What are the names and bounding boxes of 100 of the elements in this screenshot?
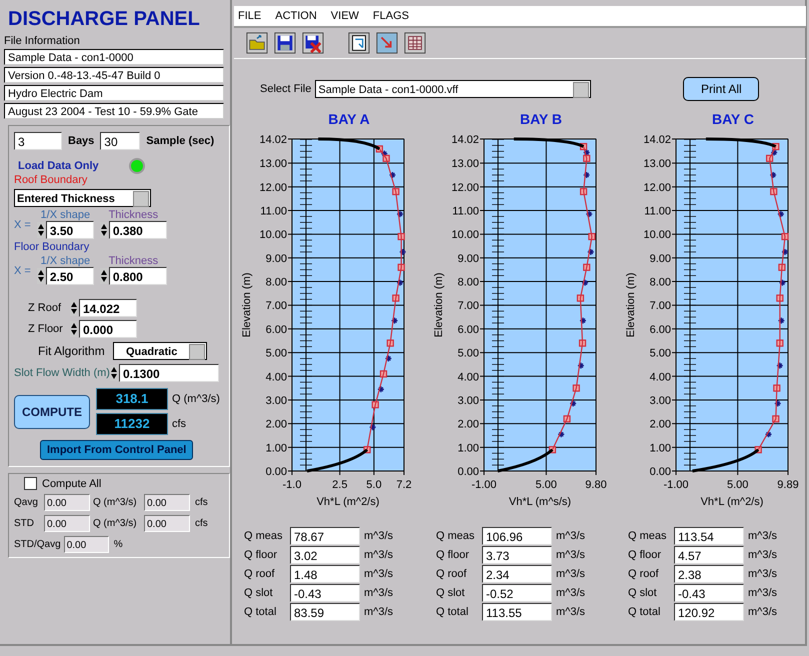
tick-label: 4.00: [650, 371, 671, 384]
unit-label: Q (m^3/s): [93, 518, 138, 529]
field-label: Thickness: [108, 255, 158, 267]
axis-label: Vh*L (m^2/s): [700, 496, 764, 508]
floppy-delete-icon[interactable]: [302, 32, 324, 54]
unit-label: m^3/s: [556, 587, 585, 599]
field-label: Thickness: [108, 209, 158, 221]
field-label: Bays: [68, 135, 94, 147]
row-label: STD: [14, 518, 35, 529]
asterisk-marker: [579, 316, 587, 324]
tick-label: 9.00: [266, 252, 287, 265]
asterisk-marker: [587, 248, 594, 256]
shape-field[interactable]: 2.50: [46, 267, 94, 285]
menu-item[interactable]: FLAGS: [372, 10, 409, 22]
tick-label: 5.00: [727, 479, 748, 491]
tick-label: 9.00: [650, 252, 671, 265]
import-button[interactable]: Import From Control Panel: [40, 440, 194, 460]
shape-field[interactable]: 3.50: [46, 221, 94, 239]
field-label: Select File: [260, 83, 312, 95]
result-field: 113.55: [482, 603, 552, 621]
unit-label: m^3/s: [364, 568, 393, 580]
tick-label: 10.00: [643, 229, 671, 242]
row-label: Qavg: [14, 497, 39, 508]
row-label: Q total: [628, 606, 662, 618]
menu-item[interactable]: FILE: [238, 10, 262, 22]
unit-label: Q (m^3/s): [172, 393, 220, 405]
file-dropdown[interactable]: Sample Data - con1-0000.vff: [315, 80, 592, 98]
tick-label: 9.80: [585, 479, 607, 491]
checkbox-label: Compute All: [42, 478, 102, 490]
thickness-field[interactable]: 0.800: [108, 267, 167, 285]
tick-label: 6.00: [266, 324, 287, 336]
info-field: Version 0.-48-13.-45-47 Build 0: [4, 67, 224, 83]
info-field: Hydro Electric Dam: [4, 85, 224, 101]
row-label: Q meas: [628, 530, 668, 542]
unit-label: m^3/s: [748, 568, 777, 580]
grid-icon[interactable]: [404, 32, 426, 54]
tick-label: 8.00: [266, 276, 287, 289]
row-label: Q slot: [436, 587, 466, 599]
result-field: 3.73: [482, 546, 552, 564]
window-icon[interactable]: [348, 32, 370, 54]
unit-label: m^3/s: [748, 606, 777, 618]
unit-label: cfs: [194, 497, 208, 508]
tick-label: 3.00: [266, 394, 287, 407]
info-field: August 23 2004 - Test 10 - 59.9% Gate: [4, 103, 224, 119]
bays-field[interactable]: 3: [14, 132, 62, 150]
tick-label: 5.00: [458, 348, 479, 360]
unit-label: m^3/s: [364, 587, 393, 599]
checkbox[interactable]: [24, 477, 37, 490]
tick-label: 2.00: [458, 418, 479, 431]
asterisk-marker: [770, 171, 777, 179]
unit-label: m^3/s: [556, 568, 585, 580]
asterisk-marker: [581, 279, 589, 286]
row-label: Q total: [244, 606, 278, 618]
tick-label: 6.00: [458, 324, 479, 336]
readout-field: 0.00: [44, 515, 90, 532]
result-field: 2.38: [674, 565, 744, 583]
z-field[interactable]: 0.000: [79, 320, 137, 338]
tick-label: 5.00: [536, 479, 557, 491]
tick-label: 7.2: [396, 479, 412, 491]
axis-label: Vh*L (m^2/s): [316, 496, 380, 508]
tick-label: 8.00: [458, 276, 479, 289]
print-button[interactable]: Print All: [683, 77, 760, 101]
field-label: Slot Flow Width (m): [14, 367, 110, 379]
section-label: Roof Boundary: [14, 174, 88, 186]
row-label: Q total: [436, 606, 470, 618]
asterisk-marker: [369, 424, 376, 431]
mode-dropdown[interactable]: Entered Thickness: [14, 189, 151, 207]
unit-label: cfs: [194, 518, 208, 529]
asterisk-marker: [764, 430, 772, 438]
readout-field: 0.00: [144, 515, 190, 532]
result-field: 2.34: [482, 565, 552, 583]
tick-label: 9.89: [777, 479, 799, 491]
tick-label: 1.00: [650, 442, 671, 454]
field-label: Fit Algorithm: [38, 344, 105, 358]
unit-label: Q (m^3/s): [93, 497, 138, 508]
sample-field[interactable]: 30: [100, 132, 140, 150]
compute-button[interactable]: COMPUTE: [14, 394, 90, 428]
tick-label: 3.00: [650, 394, 671, 407]
z-field[interactable]: 14.022: [79, 299, 137, 317]
thickness-field[interactable]: 0.380: [108, 221, 167, 239]
tick-label: 1.00: [458, 442, 479, 454]
unit-label: m^3/s: [556, 549, 585, 561]
unit-label: m^3/s: [556, 530, 585, 542]
menu-item[interactable]: VIEW: [330, 10, 359, 22]
asterisk-marker: [778, 279, 786, 286]
algorithm-dropdown[interactable]: Quadratic: [112, 342, 207, 360]
result-field: 113.54: [674, 527, 744, 545]
tick-label: 0.00: [650, 466, 671, 478]
asterisk-marker: [774, 400, 782, 408]
field-label: Z Floor: [28, 323, 64, 335]
tick-label: -1.0: [282, 479, 302, 491]
folder-icon[interactable]: [246, 32, 268, 54]
row-label: Q slot: [244, 587, 274, 599]
unit-label: m^3/s: [364, 549, 393, 561]
menu-item[interactable]: ACTION: [275, 10, 317, 22]
axis-label: Vh*L (m^s/s): [508, 496, 572, 508]
field-label: 1/X shape: [40, 209, 90, 221]
width-field[interactable]: 0.1300: [118, 364, 219, 382]
result-field: 120.92: [674, 603, 744, 621]
asterisk-marker: [390, 316, 398, 324]
